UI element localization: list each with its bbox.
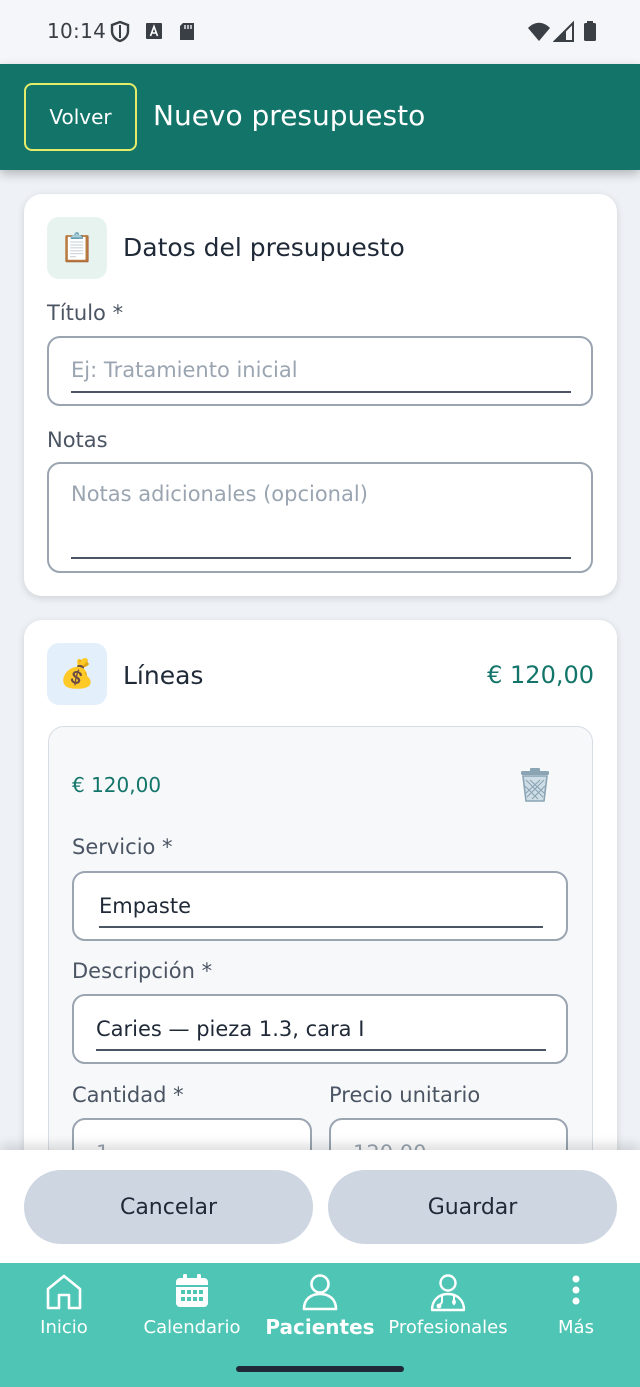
lines-card: 💰 Líneas € 120,00 € 120,00 Servicio * Em… [24,620,617,1150]
notes-field-label: Notas [47,428,108,452]
clipboard-icon: 📋 [47,217,107,279]
status-time: 10:14 [47,19,107,43]
font-icon [146,23,162,39]
bottom-navigation: Inicio Calendario Pacientes Profesionale… [0,1263,640,1387]
home-icon [46,1274,82,1310]
notes-placeholder: Notas adicionales (opcional) [71,482,368,506]
title-input[interactable]: Ej: Tratamiento inicial [47,336,593,406]
status-bar: 10:14 [0,0,640,64]
battery-icon [584,21,596,41]
action-bar: Cancelar Guardar [0,1150,640,1263]
nav-item-mas[interactable]: Más [536,1263,616,1353]
nav-item-inicio[interactable]: Inicio [14,1263,114,1353]
back-button[interactable]: Volver [24,83,137,151]
nav-label-inicio: Inicio [40,1317,88,1338]
nav-label-calendario: Calendario [143,1317,241,1338]
quantity-value: 1 [96,1141,109,1150]
patient-icon [302,1274,338,1311]
trash-icon[interactable] [518,767,552,803]
title-field-label: Título * [47,301,124,325]
save-button[interactable]: Guardar [328,1170,617,1244]
nav-label-mas: Más [558,1317,594,1338]
service-underline [99,926,543,928]
unit-price-input[interactable]: 120,00 [329,1118,568,1150]
quantity-field-label: Cantidad * [72,1083,184,1107]
service-input[interactable]: Empaste [72,871,568,941]
nav-label-profesionales: Profesionales [388,1317,508,1338]
shield-icon [110,20,130,43]
unit-price-value: 120,00 [353,1141,426,1150]
gesture-handle[interactable] [236,1366,404,1372]
budget-data-card: 📋 Datos del presupuesto Título * Ej: Tra… [24,194,617,596]
page-title: Nuevo presupuesto [153,99,426,132]
title-placeholder: Ej: Tratamiento inicial [71,358,298,382]
signal-icon [553,20,574,42]
lines-card-title: Líneas [123,661,204,690]
money-bag-icon: 💰 [47,643,107,705]
nav-label-pacientes: Pacientes [265,1315,375,1339]
quantity-input[interactable]: 1 [72,1118,312,1150]
service-field-label: Servicio * [72,835,173,859]
description-field-label: Descripción * [72,959,213,983]
calendar-icon [176,1274,208,1307]
lines-total: € 120,00 [487,661,594,689]
service-value: Empaste [99,894,192,918]
sd-card-icon [180,23,194,40]
budget-card-title: Datos del presupuesto [123,233,405,262]
notes-underline [71,557,571,559]
nav-item-pacientes[interactable]: Pacientes [262,1263,378,1353]
notes-textarea[interactable]: Notas adicionales (opcional) [47,462,593,573]
description-input[interactable]: Caries — pieza 1.3, cara I [72,994,568,1064]
doctor-icon [430,1274,466,1312]
more-vertical-icon [572,1275,580,1305]
line-amount: € 120,00 [72,773,162,797]
line-item: € 120,00 Servicio * Empaste Descripción … [48,726,593,1150]
description-underline [96,1049,546,1051]
title-underline [71,391,571,393]
app-bar: Volver Nuevo presupuesto [0,64,640,170]
form-scroll-area[interactable]: 📋 Datos del presupuesto Título * Ej: Tra… [0,170,640,1150]
cancel-button[interactable]: Cancelar [24,1170,313,1244]
wifi-icon [528,22,550,41]
description-value: Caries — pieza 1.3, cara I [96,1017,365,1041]
nav-item-calendario[interactable]: Calendario [132,1263,252,1353]
unit-price-field-label: Precio unitario [329,1083,481,1107]
nav-item-profesionales[interactable]: Profesionales [386,1263,510,1353]
